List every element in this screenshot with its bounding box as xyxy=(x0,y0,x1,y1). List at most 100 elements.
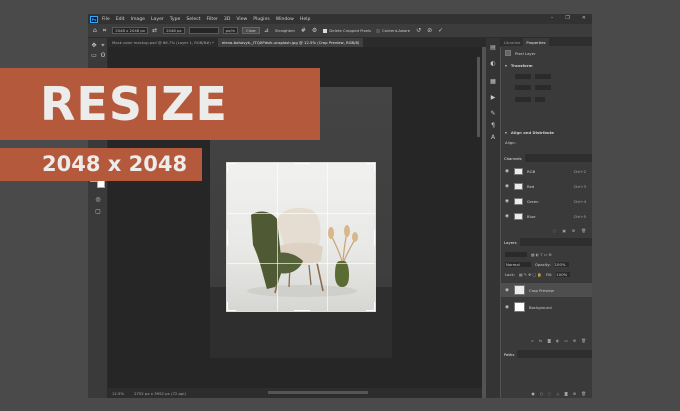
delete-path-icon[interactable]: 🗑 xyxy=(581,391,586,396)
crop-tool-icon[interactable]: ⌗ xyxy=(103,27,106,35)
channel-row[interactable]: ◉ RGB Ctrl+2 xyxy=(501,166,592,176)
brushes-icon[interactable]: ✎ xyxy=(489,110,497,118)
delete-layer-icon[interactable]: 🗑 xyxy=(581,338,586,343)
fill-field[interactable]: 100% xyxy=(556,271,571,277)
lock-icons[interactable]: ▦ ✎ ✥ ▢ 🔒 xyxy=(519,272,542,277)
blank-field[interactable] xyxy=(188,27,219,34)
settings-gear-icon[interactable]: ⚙ xyxy=(312,27,317,34)
tab-libraries[interactable]: Libraries xyxy=(501,38,523,46)
menu-window[interactable]: Window xyxy=(276,17,294,22)
flip-field[interactable] xyxy=(535,96,545,102)
adjustments-icon[interactable]: ◐ xyxy=(489,60,497,68)
fill-path-icon[interactable]: ● xyxy=(531,391,534,396)
actions-play-icon[interactable]: ▶ xyxy=(489,94,497,102)
menu-3d[interactable]: 3D xyxy=(224,17,230,22)
cancel-icon[interactable]: ⊘ xyxy=(427,27,432,34)
eye-icon[interactable]: ◉ xyxy=(505,214,510,219)
resolution-unit-select[interactable]: px/in xyxy=(222,27,239,34)
add-mask-icon[interactable]: ◙ xyxy=(547,338,551,343)
blend-mode-select[interactable]: Normal xyxy=(505,261,531,267)
menu-image[interactable]: Image xyxy=(131,17,145,22)
menu-filter[interactable]: Filter xyxy=(207,17,218,22)
menu-plugins[interactable]: Plugins xyxy=(253,17,269,22)
add-mask-icon[interactable]: ◙ xyxy=(564,391,568,396)
angle-field[interactable] xyxy=(515,96,531,102)
zoom-level[interactable]: 12.5% xyxy=(112,391,124,396)
crop-handle-bottom-left[interactable] xyxy=(227,302,236,311)
crop-handle-top-left[interactable] xyxy=(227,163,236,172)
maximize-icon[interactable]: ❐ xyxy=(565,15,569,21)
straighten-icon[interactable]: ⊿ xyxy=(264,27,269,34)
height-field[interactable] xyxy=(535,73,551,79)
tab-channels[interactable]: Channels xyxy=(501,154,525,162)
filter-icons[interactable]: ▦ ◐ T ▭ ⊕ xyxy=(531,252,552,257)
channel-row[interactable]: ◉ Red Ctrl+3 xyxy=(501,181,592,191)
crop-handle-bottom-right[interactable] xyxy=(366,302,375,311)
crop-handle-bottom[interactable] xyxy=(294,310,310,311)
menu-type[interactable]: Type xyxy=(170,17,181,22)
channel-row[interactable]: ◉ Green Ctrl+4 xyxy=(501,196,592,206)
menu-layer[interactable]: Layer xyxy=(151,17,164,22)
home-icon[interactable]: ⌂ xyxy=(93,27,97,34)
new-group-icon[interactable]: ▭ xyxy=(564,338,568,343)
lasso-tool-icon[interactable]: ʘ xyxy=(99,52,107,60)
quick-mask-icon[interactable]: ◎ xyxy=(94,196,102,204)
delete-cropped-checkbox[interactable] xyxy=(323,28,328,33)
ratio-field[interactable]: 2048 x 2048 px xyxy=(112,27,149,34)
x-field[interactable] xyxy=(515,84,531,90)
width-field[interactable] xyxy=(515,73,531,79)
horizontal-scrollbar[interactable] xyxy=(268,391,368,394)
adjustment-layer-icon[interactable]: ◐ xyxy=(556,338,559,343)
menu-help[interactable]: Help xyxy=(300,17,310,22)
tab-properties[interactable]: Properties xyxy=(523,38,549,46)
artboard-tool-icon[interactable]: ⌖ xyxy=(99,42,107,50)
history-icon[interactable]: ▤ xyxy=(489,44,497,52)
swap-icon[interactable]: ⇄ xyxy=(152,27,157,34)
new-channel-icon[interactable]: ⊞ xyxy=(572,228,575,233)
layer-row[interactable]: ◉ Background xyxy=(501,300,592,314)
align-section[interactable]: ▾ Align and Distribute xyxy=(501,127,592,137)
crop-handle-left[interactable] xyxy=(227,230,228,246)
crop-handle-right[interactable] xyxy=(374,230,375,246)
eye-icon[interactable]: ◉ xyxy=(505,199,510,204)
content-aware-checkbox[interactable] xyxy=(375,28,380,33)
eye-icon[interactable]: ◉ xyxy=(505,305,510,310)
character-icon[interactable]: A xyxy=(489,134,497,142)
reset-icon[interactable]: ↺ xyxy=(416,27,421,34)
layer-style-icon[interactable]: fx xyxy=(539,338,543,343)
menu-view[interactable]: View xyxy=(236,17,247,22)
menu-select[interactable]: Select xyxy=(186,17,200,22)
resolution-field[interactable]: 2048 px xyxy=(163,27,185,34)
minimize-icon[interactable]: – xyxy=(551,15,554,21)
tab-mockup[interactable]: Mock color mockup.psd @ 66.7% (Layer 1, … xyxy=(108,38,218,47)
crop-handle-top-right[interactable] xyxy=(366,163,375,172)
layer-row[interactable]: ◉ Crop Preview xyxy=(501,283,592,297)
load-selection-icon[interactable]: ◌ xyxy=(553,228,556,233)
opacity-field[interactable]: 100% xyxy=(554,261,569,267)
crop-handle-top[interactable] xyxy=(294,163,310,164)
tab-layers[interactable]: Layers xyxy=(501,238,520,246)
delete-channel-icon[interactable]: 🗑 xyxy=(581,228,586,233)
overlay-grid-icon[interactable]: # xyxy=(301,27,306,34)
tab-crop-preview[interactable]: elena-bohovyk-_fTQXPdslk-unsplash.jpg @ … xyxy=(217,38,364,47)
eye-icon[interactable]: ◉ xyxy=(505,169,510,174)
link-layers-icon[interactable]: ∞ xyxy=(531,338,534,343)
clear-button[interactable]: Clear xyxy=(242,27,260,34)
background-color-swatch[interactable] xyxy=(97,180,105,188)
stroke-path-icon[interactable]: ○ xyxy=(540,391,543,396)
layer-kind-filter[interactable] xyxy=(505,251,527,257)
channel-row[interactable]: ◉ Blue Ctrl+5 xyxy=(501,211,592,221)
tab-paths[interactable]: Paths xyxy=(501,350,518,358)
work-path-icon[interactable]: ◇ xyxy=(556,391,559,396)
menu-edit[interactable]: Edit xyxy=(116,17,125,22)
new-path-icon[interactable]: ⊞ xyxy=(573,391,576,396)
transform-section[interactable]: ▾ Transform xyxy=(501,60,592,70)
paragraph-icon[interactable]: ¶ xyxy=(489,122,497,130)
libraries-icon[interactable]: ▦ xyxy=(489,78,497,86)
photoshop-logo-icon[interactable]: Ps xyxy=(90,15,98,23)
screen-mode-icon[interactable]: ▢ xyxy=(94,208,102,216)
eye-icon[interactable]: ◉ xyxy=(505,288,510,293)
menu-file[interactable]: File xyxy=(102,17,110,22)
close-icon[interactable]: ✕ xyxy=(582,15,586,21)
eye-icon[interactable]: ◉ xyxy=(505,184,510,189)
